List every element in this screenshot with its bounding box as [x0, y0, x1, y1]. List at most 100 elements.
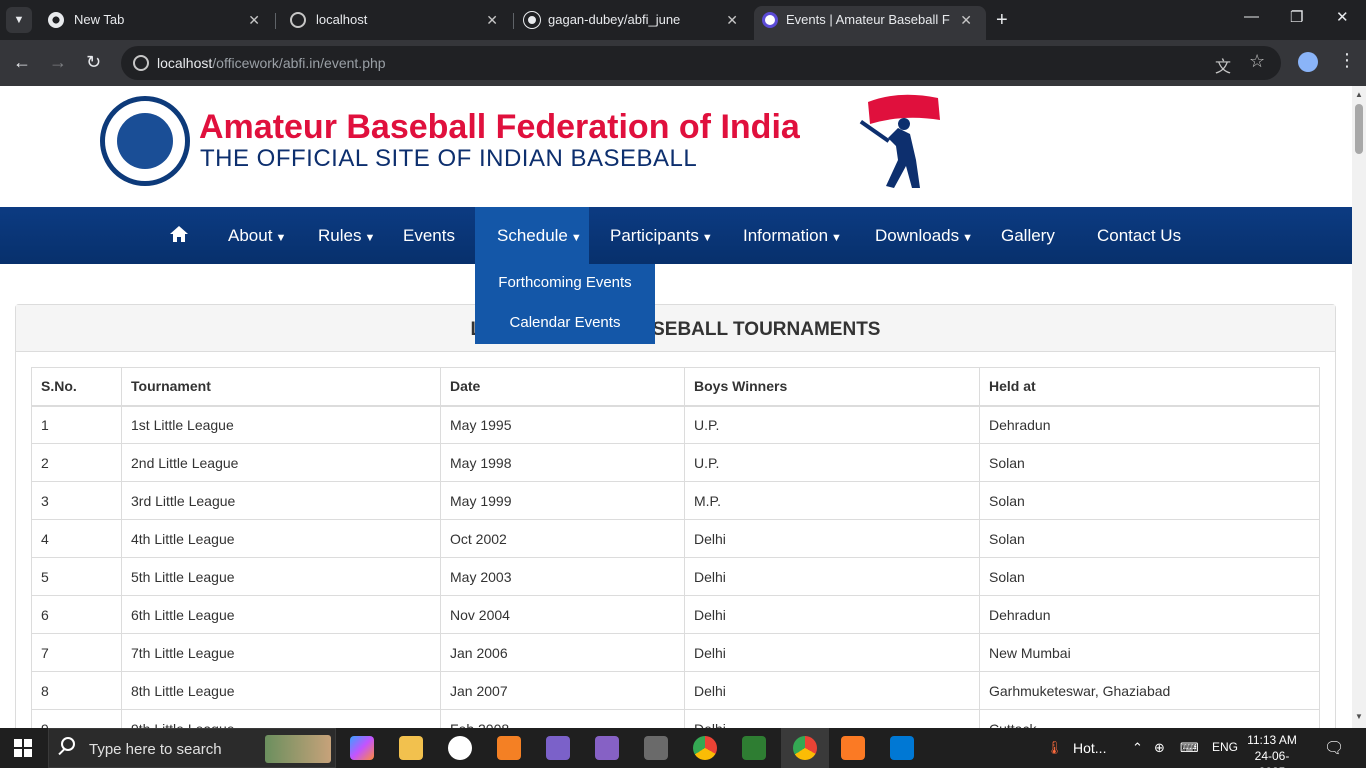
chart-app-icon[interactable] [742, 736, 766, 760]
federation-logo[interactable] [100, 96, 190, 186]
col-held-at: Held at [979, 367, 1320, 407]
maximize-button[interactable]: ❐ [1290, 8, 1303, 26]
schedule-dropdown: Forthcoming Events Calendar Events [475, 264, 655, 344]
table-cell: Delhi [684, 633, 980, 672]
site-info-icon[interactable] [133, 55, 149, 71]
home-icon[interactable] [170, 226, 188, 242]
table-cell: 3rd Little League [121, 481, 441, 520]
table-cell: Delhi [684, 519, 980, 558]
table-cell: U.P. [684, 443, 980, 482]
table-cell: M.P. [684, 481, 980, 520]
notification-icon[interactable]: 🗨 [1324, 738, 1344, 758]
keyboard-icon[interactable]: ⌨ [1180, 740, 1199, 756]
nav-contact-us[interactable]: Contact Us [1097, 207, 1181, 264]
table-row: 6 6th Little League Nov 2004 Delhi Dehradun [31, 595, 1320, 634]
taskbar-clock[interactable]: 11:13 AM 24-06-2025 [1242, 732, 1302, 768]
tools-app-icon[interactable] [644, 736, 668, 760]
nav-information[interactable]: Information ▼ [743, 207, 842, 264]
scroll-up-icon[interactable]: ▲ [1355, 90, 1363, 99]
dropdown-forthcoming-events[interactable]: Forthcoming Events [475, 274, 655, 291]
panel-title: LSEBALL TOURNAMENTS [16, 319, 1335, 341]
page-scrollbar[interactable]: ▲ ▼ [1352, 86, 1366, 728]
tab-github[interactable]: gagan-dubey/abfi_june ✕ [514, 6, 752, 40]
nav-rules[interactable]: Rules ▼ [318, 207, 375, 264]
close-icon[interactable]: ✕ [248, 6, 260, 34]
nav-about[interactable]: About ▼ [228, 207, 286, 264]
india-map-emblem [117, 113, 173, 169]
table-cell: Solan [979, 481, 1320, 520]
visual-studio-code-icon[interactable] [546, 736, 570, 760]
microsoft-store-icon[interactable] [890, 736, 914, 760]
table-cell: 9 [31, 709, 122, 728]
nav-downloads[interactable]: Downloads ▼ [875, 207, 973, 264]
windows-taskbar: Type here to search 🌡 Hot... ⌃ ⊕ ⌨ ENG 1… [0, 728, 1366, 768]
close-icon[interactable]: ✕ [726, 6, 738, 34]
network-icon[interactable]: ⊕ [1154, 740, 1165, 756]
globe-icon [290, 12, 306, 28]
close-icon[interactable]: ✕ [486, 6, 498, 34]
nav-events[interactable]: Events [403, 207, 455, 264]
nav-gallery[interactable]: Gallery [1001, 207, 1055, 264]
back-button[interactable]: ← [13, 52, 31, 72]
nav-schedule[interactable]: Schedule ▼ [475, 207, 589, 264]
table-cell: Jan 2007 [440, 671, 685, 710]
address-bar[interactable]: localhost/officework/abfi.in/event.php 文… [121, 46, 1281, 80]
dropdown-calendar-events[interactable]: Calendar Events [475, 314, 655, 331]
browser-tab-strip: ▼ New Tab ✕ localhost ✕ gagan-dubey/abfi… [0, 0, 1366, 40]
tab-title: gagan-dubey/abfi_june [548, 12, 681, 27]
new-tab-button[interactable]: + [996, 9, 1008, 31]
tab-new-tab[interactable]: New Tab ✕ [34, 6, 274, 40]
table-cell: May 1998 [440, 443, 685, 482]
chrome-icon [48, 12, 64, 28]
visual-studio-icon[interactable] [595, 736, 619, 760]
table-cell: Solan [979, 443, 1320, 482]
chevron-down-icon: ▼ [962, 232, 973, 244]
weather-text[interactable]: Hot... [1073, 740, 1106, 756]
col-date: Date [440, 367, 685, 407]
menu-icon[interactable]: ⋮ [1338, 50, 1356, 71]
table-row: 1 1st Little League May 1995 U.P. Dehradun [31, 405, 1320, 444]
tab-events-active[interactable]: Events | Amateur Baseball Fede ✕ [754, 6, 986, 40]
table-cell: 7th Little League [121, 633, 441, 672]
url-text[interactable]: localhost/officework/abfi.in/event.php [157, 55, 386, 71]
close-window-button[interactable]: ✕ [1336, 8, 1349, 26]
bookmark-star-icon[interactable]: ☆ [1249, 51, 1265, 72]
table-row: 3 3rd Little League May 1999 M.P. Solan [31, 481, 1320, 520]
forward-button[interactable]: → [49, 52, 67, 72]
table-cell: 8th Little League [121, 671, 441, 710]
url-path: /officework/abfi.in/event.php [212, 55, 386, 71]
table-cell: 4 [31, 519, 122, 558]
copilot-icon[interactable] [350, 736, 374, 760]
chrome-profile-icon[interactable] [793, 736, 817, 760]
table-cell: New Mumbai [979, 633, 1320, 672]
tab-title: localhost [316, 12, 368, 27]
table-cell: 6th Little League [121, 595, 441, 634]
sublime-text-icon[interactable] [497, 736, 521, 760]
site-header: Amateur Baseball Federation of India THE… [0, 86, 1352, 207]
slack-icon[interactable] [448, 736, 472, 760]
page-viewport: Amateur Baseball Federation of India THE… [0, 86, 1352, 728]
tab-search-button[interactable]: ▼ [6, 7, 32, 33]
scroll-down-icon[interactable]: ▼ [1355, 712, 1363, 721]
scroll-thumb[interactable] [1355, 104, 1363, 154]
profile-avatar[interactable] [1298, 52, 1318, 72]
taskbar-search-box[interactable]: Type here to search [48, 728, 336, 768]
tournaments-table: S.No. Tournament Date Boys Winners Held … [31, 367, 1320, 728]
table-cell: 2 [31, 443, 122, 482]
tab-localhost[interactable]: localhost ✕ [276, 6, 512, 40]
xampp-icon[interactable] [841, 736, 865, 760]
file-explorer-icon[interactable] [399, 736, 423, 760]
chrome-taskbar-icon[interactable] [693, 736, 717, 760]
nav-participants[interactable]: Participants ▼ [610, 207, 713, 264]
github-icon [523, 11, 541, 29]
reload-button[interactable]: ↻ [86, 52, 101, 72]
windows-start-icon[interactable] [14, 739, 32, 757]
minimize-button[interactable]: — [1244, 8, 1259, 25]
close-icon[interactable]: ✕ [960, 6, 972, 34]
language-indicator[interactable]: ENG [1212, 740, 1238, 754]
chevron-up-icon[interactable]: ⌃ [1132, 740, 1143, 756]
table-cell: Dehradun [979, 595, 1320, 634]
translate-icon[interactable]: 文 [1215, 53, 1231, 77]
thermometer-icon[interactable]: 🌡 [1046, 740, 1063, 756]
browser-toolbar: ← → ↻ localhost/officework/abfi.in/event… [0, 40, 1366, 86]
